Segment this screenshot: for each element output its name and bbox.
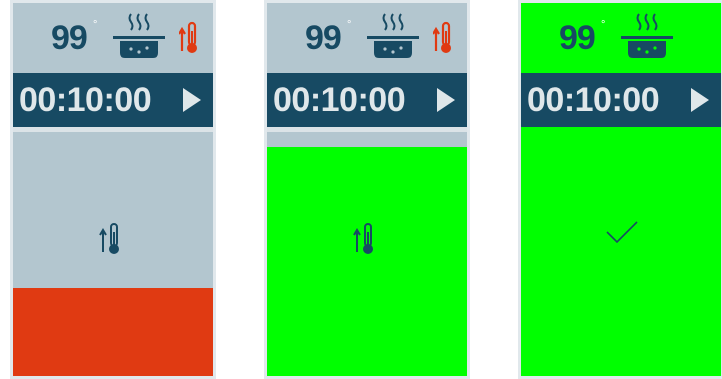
checkmark-icon xyxy=(606,221,638,244)
panel-header: 99 ° xyxy=(267,3,467,73)
temperature-readout: 99 xyxy=(305,19,342,57)
panel-header: 99 ° xyxy=(521,3,721,73)
heating-progress-fill xyxy=(521,127,721,376)
timer-display: 00:10:00 xyxy=(527,81,660,119)
cooking-status-sequence: 99 ° 00:10:00 99 ° 00:10:00 99 ° 00:10:0… xyxy=(0,0,722,379)
temperature-readout: 99 xyxy=(51,19,88,57)
timer-display: 00:10:00 xyxy=(273,81,406,119)
progress-area xyxy=(521,127,721,376)
play-button[interactable] xyxy=(435,86,457,114)
cooking-pot-icon xyxy=(367,13,419,58)
timer-bar: 00:10:00 xyxy=(13,73,213,127)
panel-header: 99 ° xyxy=(13,3,213,73)
cooking-pot-icon xyxy=(621,13,673,58)
timer-bar: 00:10:00 xyxy=(521,73,721,127)
status-panel-heating-start: 99 ° 00:10:00 xyxy=(10,0,216,379)
status-panel-ready: 99 ° 00:10:00 xyxy=(518,0,722,379)
cooking-pot-icon xyxy=(113,13,165,58)
heating-progress-fill xyxy=(13,288,213,376)
play-icon xyxy=(437,88,455,112)
degree-symbol: ° xyxy=(93,19,98,31)
play-icon xyxy=(691,88,709,112)
heating-progress-fill xyxy=(267,147,467,376)
status-panel-heating-progress: 99 ° 00:10:00 xyxy=(264,0,470,379)
heating-indicator-icon xyxy=(179,21,197,53)
timer-display: 00:10:00 xyxy=(19,81,152,119)
play-icon xyxy=(183,88,201,112)
degree-symbol: ° xyxy=(347,19,352,31)
progress-area xyxy=(13,132,213,376)
progress-area xyxy=(267,132,467,376)
thermometer-up-icon xyxy=(99,223,119,254)
play-button[interactable] xyxy=(181,86,203,114)
degree-symbol: ° xyxy=(601,19,606,31)
timer-bar: 00:10:00 xyxy=(267,73,467,127)
temperature-readout: 99 xyxy=(559,19,596,57)
thermometer-up-icon xyxy=(353,223,373,254)
heating-indicator-icon xyxy=(433,21,451,53)
play-button[interactable] xyxy=(689,86,711,114)
